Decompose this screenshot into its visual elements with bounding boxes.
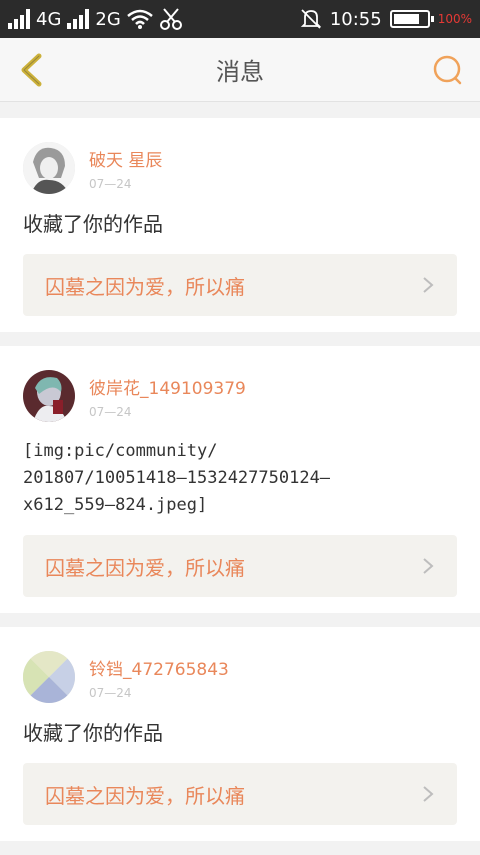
nav-bar: 消息 [0,38,480,102]
status-bar-left: 4G 2G [8,8,183,30]
network-2g-label: 2G [95,8,121,30]
message-content: [img:pic/community/ 201807/10051418—1532… [23,441,331,515]
scissors-icon [159,8,182,30]
user-row[interactable]: 铃铛_472765843 07—24 [23,651,457,703]
signal-icon [8,9,30,29]
avatar[interactable] [23,370,75,422]
search-button[interactable] [428,50,468,90]
user-meta: 彼岸花_149109379 07—24 [89,374,246,419]
status-bar: 4G 2G 10:55 100% [0,0,480,38]
back-chevron-icon [21,53,42,87]
user-meta: 破天 星辰 07—24 [89,146,162,191]
work-link[interactable]: 囚墓之因为爱，所以痛 [23,535,457,597]
user-meta: 铃铛_472765843 07—24 [89,655,229,700]
message-date: 07—24 [89,404,132,419]
signal-icon-2 [67,9,90,29]
status-bar-right: 10:55 100% [300,8,472,30]
work-title: 囚墓之因为爱，所以痛 [45,555,245,580]
message-content: 收藏了你的作品 [23,212,163,236]
search-icon [433,55,462,85]
message-card: 破天 星辰 07—24 收藏了你的作品 囚墓之因为爱，所以痛 [0,118,480,332]
chevron-right-icon [423,277,434,293]
avatar-image [23,370,75,422]
work-title: 囚墓之因为爱，所以痛 [45,274,245,299]
work-link[interactable]: 囚墓之因为爱，所以痛 [23,254,457,316]
bell-muted-icon [300,9,321,29]
message-date: 07—24 [89,685,132,700]
message-date: 07—24 [89,176,132,191]
username[interactable]: 破天 星辰 [89,146,162,171]
message-content: 收藏了你的作品 [23,721,163,745]
page-title: 消息 [216,58,264,86]
message-card: 彼岸花_149109379 07—24 [img:pic/community/ … [0,346,480,613]
network-4g-label: 4G [36,8,62,30]
work-title: 囚墓之因为爱，所以痛 [45,783,245,808]
user-row[interactable]: 破天 星辰 07—24 [23,142,457,194]
username[interactable]: 铃铛_472765843 [89,655,229,680]
avatar[interactable] [23,651,75,703]
user-row[interactable]: 彼岸花_149109379 07—24 [23,370,457,422]
avatar-image [23,142,75,194]
back-button[interactable] [14,50,54,90]
chevron-right-icon [423,786,434,802]
message-list: 破天 星辰 07—24 收藏了你的作品 囚墓之因为爱，所以痛 彼岸花_14910… [0,118,480,855]
battery-label: 100% [437,12,472,26]
work-link[interactable]: 囚墓之因为爱，所以痛 [23,763,457,825]
avatar-image [23,651,75,703]
message-card: 铃铛_472765843 07—24 收藏了你的作品 囚墓之因为爱，所以痛 [0,627,480,841]
chevron-right-icon [423,558,434,574]
battery-icon [389,10,434,28]
wifi-icon [127,9,153,29]
username[interactable]: 彼岸花_149109379 [89,374,246,399]
avatar[interactable] [23,142,75,194]
clock: 10:55 [329,8,382,30]
